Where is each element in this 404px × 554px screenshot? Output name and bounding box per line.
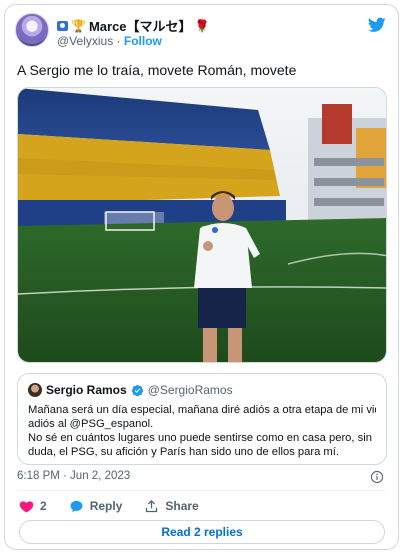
reply-bubble-icon [70,500,83,512]
tweet-photo[interactable] [17,87,387,363]
quoted-line: duda, el PSG, su afición y París han sid… [28,446,339,458]
quoted-line: No sé en cuántos lugares uno puede senti… [28,432,372,444]
quoted-body: Mañana será un día especial, mañana diré… [28,403,376,459]
author-avatar[interactable] [15,13,49,47]
tweet-header: 🏆 Marce【マルセ】 🌹 @Velyxius · Follow [15,13,388,53]
author-handle-line: @Velyxius · Follow [57,34,162,48]
quoted-header: Sergio Ramos @SergioRamos [28,383,233,397]
like-button[interactable]: 2 [19,499,47,514]
read-replies-button[interactable]: Read 2 replies [19,520,385,544]
reply-label: Reply [89,499,123,513]
stadium-photo [18,88,386,362]
tweet-timestamp[interactable]: 6:18 PM · Jun 2, 2023 [17,470,130,482]
handle-separator: · [116,34,121,48]
follow-button[interactable]: Follow [124,34,162,48]
quoted-line: Mañana será un día especial, mañana diré… [28,404,376,416]
author-display-name[interactable]: Marce【マルセ】 [89,16,192,35]
share-label: Share [165,499,199,513]
quoted-avatar [28,383,42,397]
twitter-bird-icon[interactable] [368,17,386,33]
quoted-name: Sergio Ramos [46,383,127,397]
tweet-text: A Sergio me lo traía, movete Román, move… [17,62,297,78]
author-handle[interactable]: @Velyxius [57,34,113,48]
trophy-icon: 🏆 [71,18,86,33]
share-button[interactable]: Share [144,499,199,514]
quoted-line: adiós al @PSG_espanol. [28,418,154,430]
share-upload-icon [146,499,158,512]
reply-button[interactable]: Reply [69,499,123,514]
verified-icon [131,384,143,396]
info-icon[interactable] [370,470,384,484]
quoted-handle: @SergioRamos [147,383,233,397]
action-bar: 2 Reply Share [19,497,221,515]
author-name-line[interactable]: 🏆 Marce【マルセ】 🌹 [57,16,210,35]
like-count: 2 [40,499,47,513]
tweet-card: 🏆 Marce【マルセ】 🌹 @Velyxius · Follow A Serg… [4,4,399,550]
heart-icon [19,500,34,512]
quoted-tweet[interactable]: Sergio Ramos @SergioRamos Mañana será un… [17,373,387,465]
divider [17,490,386,491]
verified-box-icon [57,20,68,31]
rose-icon: 🌹 [194,18,210,33]
